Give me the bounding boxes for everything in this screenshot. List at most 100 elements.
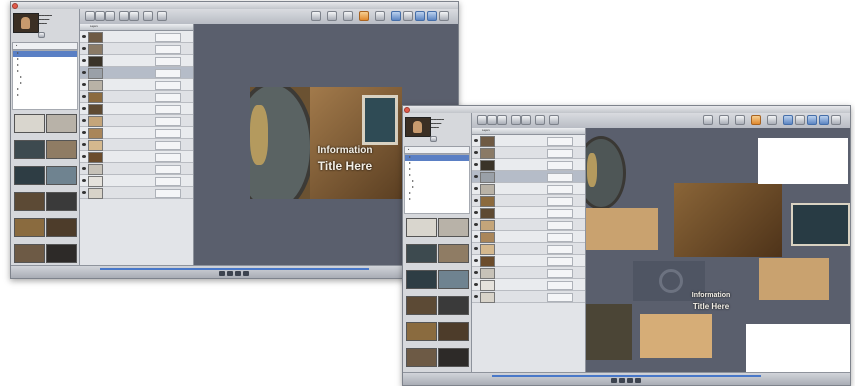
layer-row[interactable] [80,115,193,127]
tool-pan-icon[interactable] [487,115,497,125]
tool-pan-icon[interactable] [95,11,105,21]
layer-row[interactable] [80,67,193,79]
forward-icon[interactable] [635,378,641,383]
layer-row[interactable] [472,267,585,279]
rewind-icon[interactable] [611,378,617,383]
forward-icon[interactable] [243,271,249,276]
layer-row[interactable] [80,91,193,103]
media-thumb[interactable] [438,296,469,315]
layer-opacity-field[interactable] [155,177,181,186]
eye-icon[interactable] [82,179,86,182]
make-particles-icon[interactable] [767,115,777,125]
media-thumb[interactable] [14,114,45,133]
media-thumb[interactable] [438,322,469,341]
replicate-icon[interactable] [391,11,401,21]
layer-row[interactable] [472,243,585,255]
layers-icon[interactable] [831,115,841,125]
mini-timeline[interactable] [100,268,369,270]
layer-opacity-field[interactable] [547,137,573,146]
eye-icon[interactable] [474,163,478,166]
layer-opacity-field[interactable] [155,153,181,162]
layer-opacity-field[interactable] [547,257,573,266]
layer-opacity-field[interactable] [547,281,573,290]
media-thumb[interactable] [14,218,45,237]
eye-icon[interactable] [82,47,86,50]
layer-opacity-field[interactable] [155,33,181,42]
hud-icon[interactable] [427,11,437,21]
layer-opacity-field[interactable] [547,209,573,218]
eye-icon[interactable] [82,143,86,146]
tree-row[interactable] [13,93,77,99]
media-thumb[interactable] [406,322,437,341]
eye-icon[interactable] [474,283,478,286]
media-thumb[interactable] [406,218,437,237]
canvas-viewport[interactable]: Information Title Here [586,128,850,373]
eye-icon[interactable] [82,131,86,134]
layer-opacity-field[interactable] [155,141,181,150]
media-thumb[interactable] [438,348,469,367]
eye-icon[interactable] [474,223,478,226]
eye-icon[interactable] [82,83,86,86]
layer-row[interactable] [472,207,585,219]
eye-icon[interactable] [82,191,86,194]
media-thumb[interactable] [406,348,437,367]
media-thumb[interactable] [14,192,45,211]
layer-row[interactable] [472,195,585,207]
library-icon[interactable] [795,115,805,125]
layer-row[interactable] [472,171,585,183]
eye-icon[interactable] [474,271,478,274]
media-thumb[interactable] [46,218,77,237]
layer-row[interactable] [472,279,585,291]
layer-opacity-field[interactable] [155,93,181,102]
eye-icon[interactable] [474,175,478,178]
media-thumb[interactable] [438,244,469,263]
new-camera-icon[interactable] [703,115,713,125]
media-thumb[interactable] [406,296,437,315]
layer-opacity-field[interactable] [155,165,181,174]
eye-icon[interactable] [82,167,86,170]
path-popup[interactable]: ▸ [404,146,470,154]
eye-icon[interactable] [474,259,478,262]
add-filter-icon[interactable] [751,115,761,125]
layer-row[interactable] [80,127,193,139]
layer-opacity-field[interactable] [155,81,181,90]
layer-opacity-field[interactable] [547,197,573,206]
layer-opacity-field[interactable] [155,105,181,114]
eye-icon[interactable] [82,59,86,62]
eye-icon[interactable] [474,211,478,214]
eye-icon[interactable] [82,95,86,98]
layer-row[interactable] [80,187,193,199]
layer-row[interactable] [80,175,193,187]
layer-row[interactable] [80,139,193,151]
layer-opacity-field[interactable] [155,117,181,126]
layer-row[interactable] [472,147,585,159]
hud-icon[interactable] [819,115,829,125]
media-thumb[interactable] [14,166,45,185]
stop-icon[interactable] [627,378,633,383]
library-icon[interactable] [403,11,413,21]
eye-icon[interactable] [474,295,478,298]
eye-icon[interactable] [474,139,478,142]
media-thumb[interactable] [46,166,77,185]
layer-row[interactable] [472,135,585,147]
eye-icon[interactable] [82,155,86,158]
layer-opacity-field[interactable] [547,149,573,158]
tool-paint-icon[interactable] [549,115,559,125]
layer-opacity-field[interactable] [155,129,181,138]
tool-text-icon[interactable] [143,11,153,21]
add-behavior-icon[interactable] [343,11,353,21]
tree-row[interactable] [405,197,469,203]
tool-text-icon[interactable] [535,115,545,125]
eye-icon[interactable] [474,247,478,250]
play-icon[interactable] [227,271,233,276]
inspector-icon[interactable] [415,11,425,21]
tool-select-icon[interactable] [477,115,487,125]
rewind-icon[interactable] [219,271,225,276]
layer-row[interactable] [80,151,193,163]
add-behavior-icon[interactable] [735,115,745,125]
layer-row[interactable] [472,183,585,195]
layer-opacity-field[interactable] [547,185,573,194]
layer-opacity-field[interactable] [547,269,573,278]
layer-opacity-field[interactable] [547,221,573,230]
tool-select-icon[interactable] [85,11,95,21]
